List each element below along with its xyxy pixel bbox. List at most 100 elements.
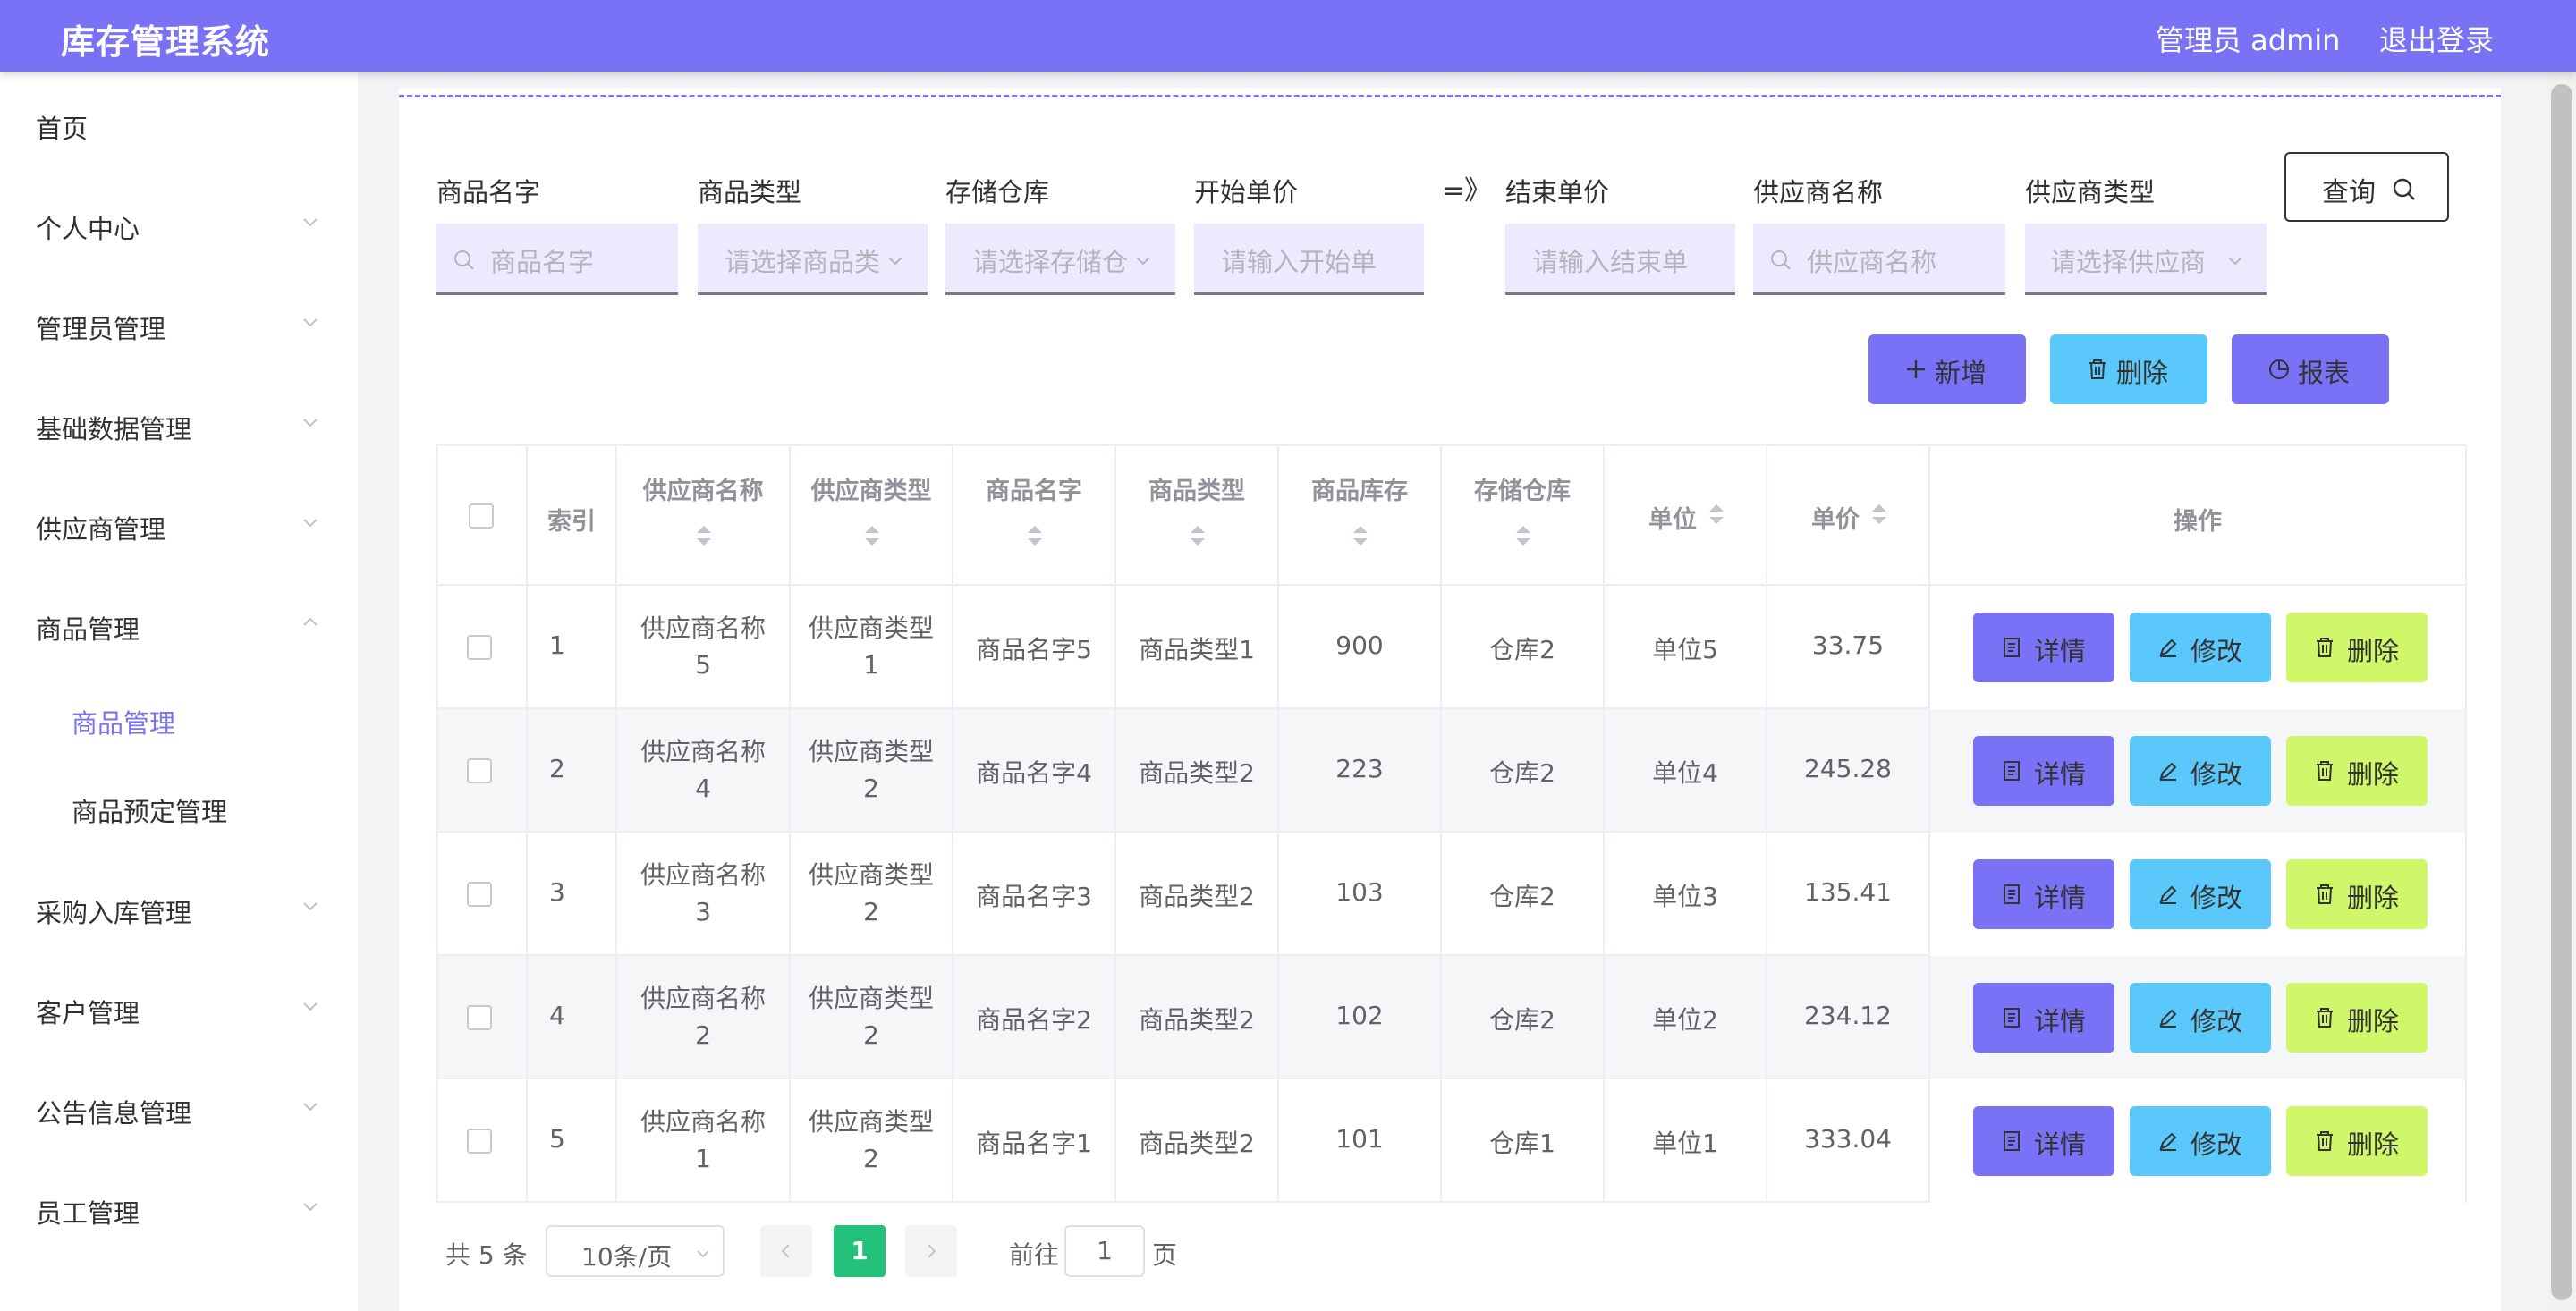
select-all-checkbox[interactable]: [469, 503, 494, 529]
header-stock[interactable]: 商品库存: [1279, 446, 1442, 586]
cell-goods-type: 商品类型1: [1116, 586, 1279, 709]
sidebar-subitem-goods[interactable]: 商品管理: [0, 690, 358, 744]
sort-icon[interactable]: [1188, 523, 1208, 548]
chevron-left-icon: [781, 1244, 790, 1258]
cell-warehouse-text: 仓库1: [1489, 1129, 1555, 1158]
header-supplier-name[interactable]: 供应商名称: [617, 446, 791, 586]
warehouse-select[interactable]: 请选择存储仓: [945, 224, 1175, 295]
cell-index: 1: [528, 586, 617, 709]
cell-warehouse-text: 仓库2: [1489, 882, 1555, 911]
report-button[interactable]: 报表: [2232, 334, 2389, 404]
sidebar-item-staff[interactable]: 员工管理: [0, 1180, 358, 1234]
sidebar-subitem-goods-order[interactable]: 商品预定管理: [0, 779, 358, 833]
delete-button[interactable]: 删除: [2286, 859, 2428, 929]
header-warehouse-label: 存储仓库: [1474, 478, 1571, 505]
row-checkbox[interactable]: [467, 635, 492, 660]
sort-icon[interactable]: [1351, 523, 1370, 548]
delete-button[interactable]: 删除: [2286, 1106, 2428, 1176]
sidebar-item-purchase[interactable]: 采购入库管理: [0, 880, 358, 934]
cell-warehouse-text: 仓库2: [1489, 1005, 1555, 1035]
detail-button[interactable]: 详情: [1973, 736, 2114, 806]
search-label-start-price: 开始单价: [1194, 177, 1299, 207]
row-checkbox[interactable]: [467, 1005, 492, 1030]
row-checkbox[interactable]: [467, 758, 492, 783]
goods-type-placeholder: 请选择商品类: [724, 247, 881, 277]
page-size-select[interactable]: 10条/页: [546, 1225, 724, 1277]
sidebar-item-notice[interactable]: 公告信息管理: [0, 1080, 358, 1134]
cell-goods-type-text: 商品类型1: [1139, 635, 1255, 664]
sort-icon[interactable]: [694, 523, 714, 548]
sidebar-item-profile[interactable]: 个人中心: [0, 196, 358, 250]
header-price[interactable]: 单价: [1767, 446, 1930, 586]
sidebar-item-admin[interactable]: 管理员管理: [0, 296, 358, 350]
cell-supplier-name: 供应商名称 5: [617, 586, 791, 709]
row-checkbox[interactable]: [467, 1129, 492, 1154]
edit-button[interactable]: 修改: [2130, 859, 2271, 929]
goods-type-select[interactable]: 请选择商品类: [698, 224, 928, 295]
edit-button[interactable]: 修改: [2130, 983, 2271, 1053]
sidebar-item-supplier[interactable]: 供应商管理: [0, 496, 358, 550]
sort-icon[interactable]: [862, 523, 882, 548]
sort-icon[interactable]: [1025, 523, 1045, 548]
header-unit[interactable]: 单位: [1605, 446, 1767, 586]
sidebar-item-goods[interactable]: 商品管理: [0, 596, 358, 650]
edit-button[interactable]: 修改: [2130, 1106, 2271, 1176]
sort-icon[interactable]: [1513, 523, 1533, 548]
scrollbar-thumb[interactable]: [2551, 84, 2572, 1300]
sidebar-item-basic-data[interactable]: 基础数据管理: [0, 396, 358, 450]
cell-goods-name: 商品名字2: [953, 956, 1116, 1079]
logout-link[interactable]: 退出登录: [2379, 18, 2494, 59]
sort-icon[interactable]: [1869, 502, 1889, 527]
cell-supplier-type: 供应商类型 2: [791, 1079, 953, 1203]
add-button[interactable]: 新增: [1868, 334, 2026, 404]
header-supplier-type-label: 供应商类型: [810, 478, 932, 505]
sort-icon[interactable]: [1707, 502, 1726, 527]
start-price-input[interactable]: 请输入开始单: [1194, 224, 1424, 295]
prev-page-button[interactable]: [760, 1225, 812, 1277]
cell-stock-text: 900: [1335, 630, 1384, 660]
header-supplier-type[interactable]: 供应商类型: [791, 446, 953, 586]
detail-button[interactable]: 详情: [1973, 1106, 2114, 1176]
cell-unit: 单位2: [1605, 956, 1767, 1079]
next-page-button[interactable]: [905, 1225, 957, 1277]
sidebar-item-home[interactable]: 首页: [0, 96, 358, 149]
batch-delete-button-label: 删除: [2116, 358, 2169, 388]
sidebar-item-customer[interactable]: 客户管理: [0, 980, 358, 1034]
delete-button[interactable]: 删除: [2286, 613, 2428, 682]
supplier-type-select[interactable]: 请选择供应商: [2025, 224, 2267, 295]
goto-page-input[interactable]: 1: [1064, 1225, 1145, 1277]
cell-price-text: 33.75: [1811, 630, 1885, 660]
page-scrollbar[interactable]: [2547, 72, 2576, 1311]
batch-delete-button[interactable]: 删除: [2050, 334, 2207, 404]
query-button[interactable]: 查询: [2284, 152, 2449, 222]
cell-index-text: 2: [549, 754, 565, 783]
header-goods-type[interactable]: 商品类型: [1116, 446, 1279, 586]
header-goods-name[interactable]: 商品名字: [953, 446, 1116, 586]
delete-button[interactable]: 删除: [2286, 983, 2428, 1053]
cell-goods-name: 商品名字1: [953, 1079, 1116, 1203]
search-icon: [2393, 178, 2415, 200]
cell-stock: 102: [1279, 956, 1442, 1079]
end-price-placeholder: 请输入结束单: [1532, 247, 1689, 277]
detail-button-label: 详情: [2034, 759, 2087, 790]
cell-price: 245.28: [1767, 709, 1930, 833]
cell-stock: 103: [1279, 833, 1442, 956]
cell-price-text: 135.41: [1804, 877, 1892, 907]
detail-button[interactable]: 详情: [1973, 983, 2114, 1053]
page-number-current[interactable]: 1: [834, 1225, 886, 1277]
header-warehouse[interactable]: 存储仓库: [1442, 446, 1605, 586]
row-checkbox[interactable]: [467, 882, 492, 907]
edit-button[interactable]: 修改: [2130, 736, 2271, 806]
detail-button[interactable]: 详情: [1973, 613, 2114, 682]
end-price-input[interactable]: 请输入结束单: [1505, 224, 1735, 295]
cell-goods-type: 商品类型2: [1116, 1079, 1279, 1203]
delete-button[interactable]: 删除: [2286, 736, 2428, 806]
search-label-supplier-type: 供应商类型: [2025, 177, 2156, 207]
chevron-down-icon: [2228, 257, 2242, 266]
goods-name-input[interactable]: 商品名字: [436, 224, 678, 295]
detail-button[interactable]: 详情: [1973, 859, 2114, 929]
supplier-name-input[interactable]: 供应商名称: [1753, 224, 2005, 295]
cell-unit-text: 单位2: [1652, 1005, 1718, 1035]
edit-button[interactable]: 修改: [2130, 613, 2271, 682]
cell-goods-name-text: 商品名字5: [976, 635, 1092, 664]
